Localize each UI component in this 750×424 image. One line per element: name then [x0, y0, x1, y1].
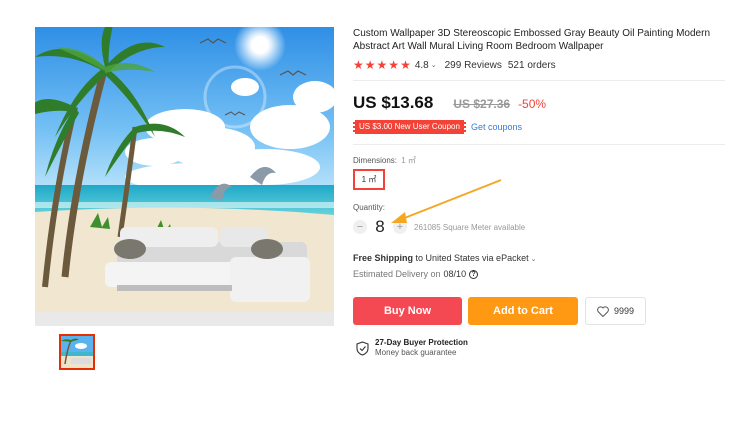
- buy-now-button[interactable]: Buy Now: [353, 297, 462, 325]
- buyer-protection: 27-Day Buyer Protection Money back guara…: [356, 338, 468, 358]
- star-icon: ★: [388, 58, 400, 72]
- delivery-label: Estimated Delivery on: [353, 269, 441, 279]
- protection-title: 27-Day Buyer Protection: [375, 338, 468, 347]
- rating-value: 4.8: [414, 59, 429, 71]
- quantity-input[interactable]: 8: [367, 217, 393, 237]
- new-user-coupon[interactable]: US $3.00 New User Coupon: [353, 120, 466, 134]
- estimated-delivery: Estimated Delivery on 08/10 ?: [353, 269, 479, 279]
- shipping-info[interactable]: Free Shipping to United States via ePack…: [353, 253, 536, 263]
- star-icon: ★: [400, 58, 411, 72]
- shipping-destination: to United States via ePacket: [413, 253, 529, 263]
- coupon-row: US $3.00 New User Coupon Get coupons: [353, 120, 522, 134]
- star-icon: ★: [364, 58, 376, 72]
- delivery-date: 08/10: [443, 269, 467, 279]
- heart-icon: [597, 305, 609, 317]
- shield-check-icon: [356, 340, 369, 356]
- dimensions-label: Dimensions: 1 ㎡: [353, 155, 416, 166]
- orders-count: 521 orders: [507, 59, 556, 71]
- chevron-down-icon[interactable]: ⌄: [431, 61, 437, 69]
- current-price: US $13.68: [353, 93, 434, 112]
- dimensions-label-text: Dimensions:: [353, 156, 398, 165]
- divider: [353, 144, 725, 145]
- wishlist-button[interactable]: 9999: [585, 297, 646, 325]
- add-to-cart-button[interactable]: Add to Cart: [468, 297, 578, 325]
- star-icon: ★: [376, 58, 388, 72]
- reviews-link[interactable]: 299 Reviews: [445, 60, 502, 71]
- discount-badge: -50%: [518, 97, 547, 111]
- help-circle-icon[interactable]: ?: [469, 269, 479, 279]
- dimensions-selected-value: 1 ㎡: [401, 156, 416, 165]
- get-coupons-link[interactable]: Get coupons: [471, 122, 522, 132]
- divider: [353, 80, 725, 81]
- quantity-label: Quantity:: [353, 203, 386, 212]
- chevron-down-icon[interactable]: ⌄: [531, 256, 537, 263]
- rating-row[interactable]: ★ ★ ★ ★ ★ 4.8 ⌄ 299 Reviews 521 orders: [353, 58, 562, 72]
- quantity-increase-button[interactable]: +: [393, 220, 407, 234]
- price-row: US $13.68 US $27.36 -50%: [353, 93, 546, 113]
- product-info-panel: Custom Wallpaper 3D Stereoscopic Embosse…: [353, 27, 725, 357]
- star-icon: ★: [353, 58, 364, 72]
- quantity-decrease-button[interactable]: −: [353, 220, 367, 234]
- product-title: Custom Wallpaper 3D Stereoscopic Embosse…: [353, 28, 711, 52]
- protection-subtitle: Money back guarantee: [375, 348, 457, 357]
- stock-available: 261085 Square Meter available: [414, 222, 526, 232]
- main-product-image[interactable]: [35, 27, 334, 326]
- wishlist-count: 9999: [613, 306, 635, 316]
- protection-text: 27-Day Buyer Protection Money back guara…: [375, 338, 468, 358]
- quantity-stepper: − 8 + 261085 Square Meter available: [353, 217, 525, 237]
- original-price: US $27.36: [453, 97, 511, 111]
- free-shipping-label: Free Shipping: [353, 253, 414, 263]
- dimension-option-1m2[interactable]: 1 ㎡: [353, 169, 385, 190]
- star-rating: ★ ★ ★ ★ ★: [353, 59, 412, 71]
- thumbnail-1[interactable]: [59, 334, 95, 370]
